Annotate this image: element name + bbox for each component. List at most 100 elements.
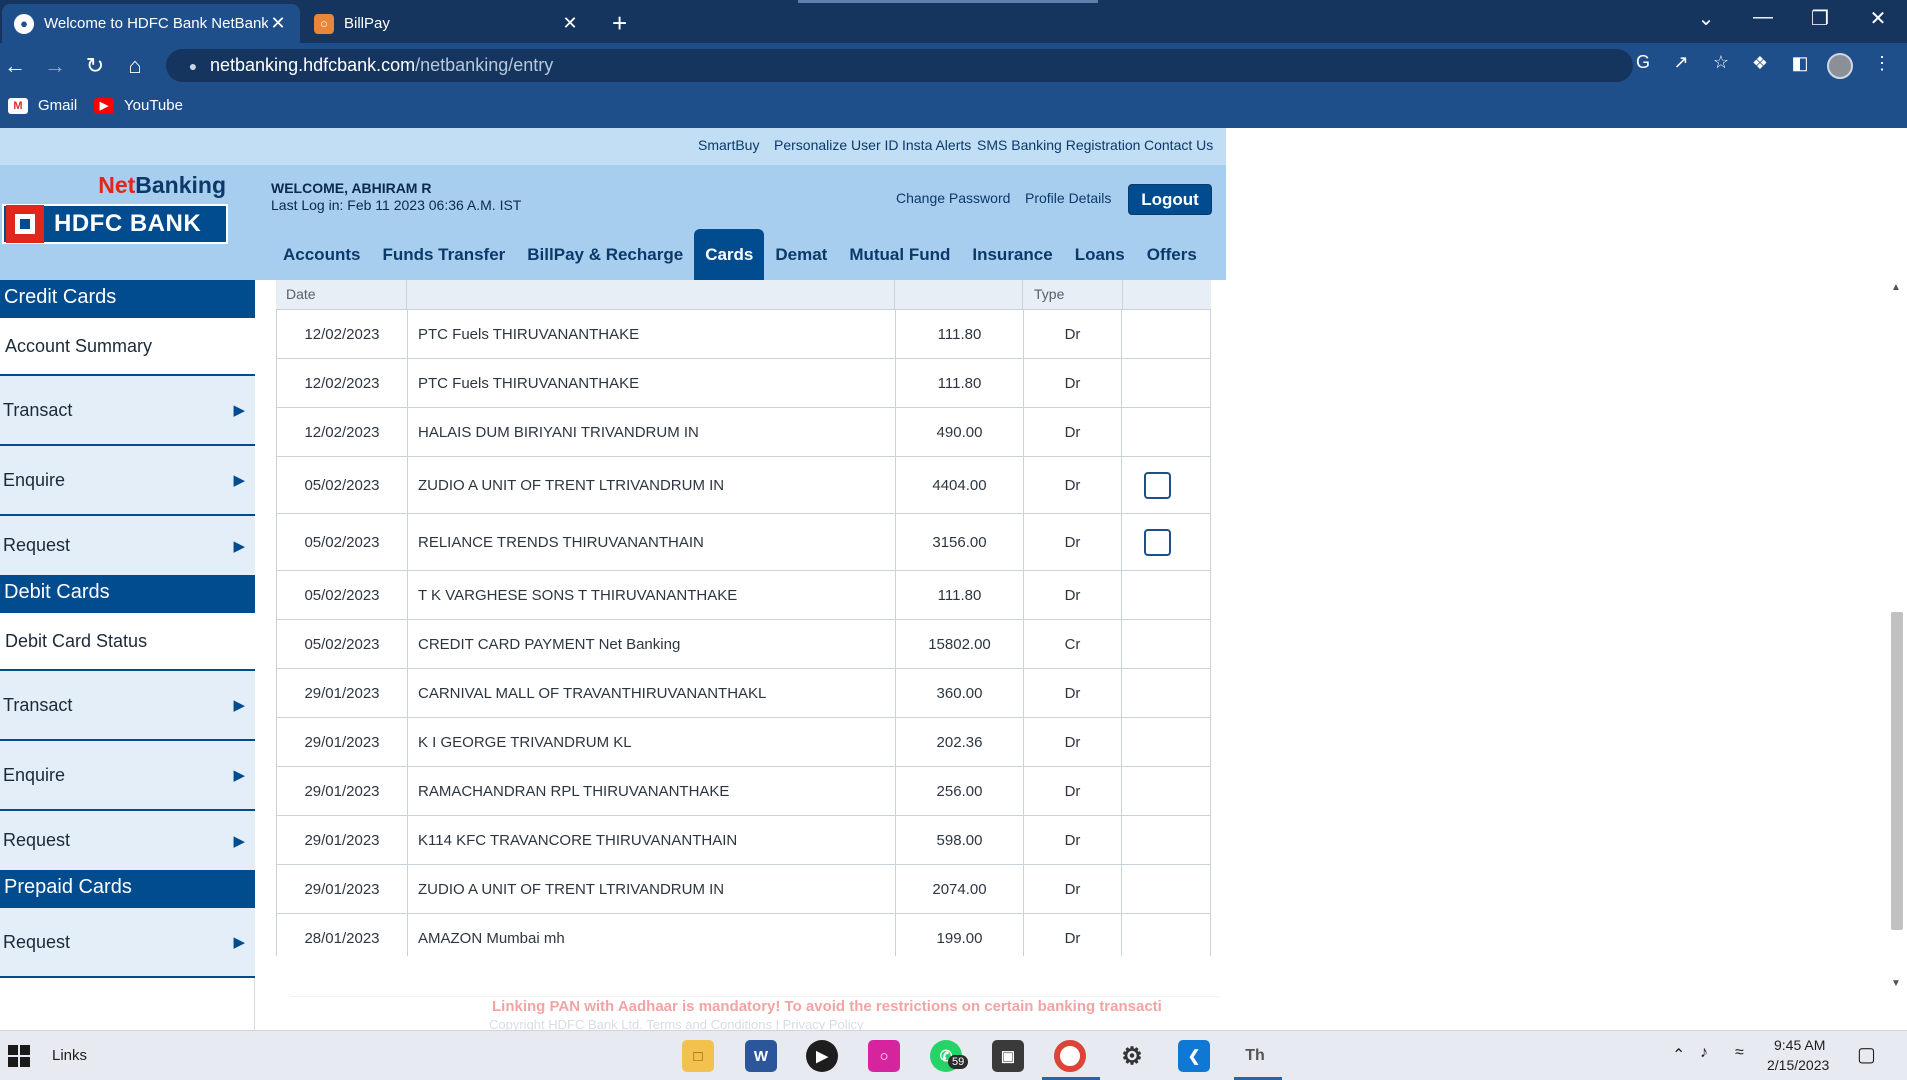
sidebar-head-prepaid-cards: Prepaid Cards bbox=[0, 870, 255, 908]
photo-app-icon[interactable]: ▣ bbox=[992, 1040, 1024, 1072]
link-insta-alerts[interactable]: Insta Alerts bbox=[902, 137, 971, 153]
window-close-icon[interactable]: ✕ bbox=[1858, 6, 1898, 31]
nav-mutual-fund[interactable]: Mutual Fund bbox=[838, 229, 961, 280]
nav-demat[interactable]: Demat bbox=[764, 229, 838, 280]
cell-amount: 111.80 bbox=[895, 571, 1023, 619]
link-smartbuy[interactable]: SmartBuy bbox=[698, 137, 759, 153]
sidebar-item-debit-request[interactable]: Request ▶ bbox=[0, 811, 255, 870]
bookmark-star-icon[interactable]: ☆ bbox=[1708, 52, 1734, 78]
nav-insurance[interactable]: Insurance bbox=[961, 229, 1063, 280]
chrome-icon[interactable] bbox=[1054, 1040, 1086, 1072]
reload-icon[interactable]: ↻ bbox=[80, 53, 110, 79]
table-row: 05/02/2023 ZUDIO A UNIT OF TRENT LTRIVAND… bbox=[276, 457, 1211, 514]
bookmark-youtube[interactable]: ▶ YouTube bbox=[94, 97, 183, 114]
sidebar-item-debit-card-status[interactable]: Debit Card Status bbox=[0, 613, 255, 671]
table-header: Date Type bbox=[276, 280, 1211, 310]
notification-icon[interactable]: ▢ bbox=[1857, 1042, 1876, 1067]
instagram-icon[interactable]: ○ bbox=[868, 1040, 900, 1072]
nav-accounts[interactable]: Accounts bbox=[272, 229, 371, 280]
cell-select bbox=[1121, 457, 1210, 513]
clock-date[interactable]: 2/15/2023 bbox=[1767, 1057, 1829, 1073]
arrow-right-icon: ▶ bbox=[233, 934, 245, 951]
address-bar[interactable]: ● netbanking.hdfcbank.com/netbanking/ent… bbox=[166, 49, 1729, 82]
link-sms-banking[interactable]: SMS Banking Registration bbox=[977, 137, 1140, 153]
cell-description: CREDIT CARD PAYMENT Net Banking bbox=[407, 620, 895, 668]
last-login-text: Last Log in: Feb 11 2023 06:36 A.M. IST bbox=[271, 197, 522, 213]
nav-cards[interactable]: Cards bbox=[694, 229, 765, 280]
lock-icon[interactable]: ● bbox=[176, 58, 210, 74]
wifi-icon[interactable]: ≈ bbox=[1735, 1044, 1744, 1062]
nav-offers[interactable]: Offers bbox=[1136, 229, 1208, 280]
sidebar-item-credit-enquire[interactable]: Enquire ▶ bbox=[0, 446, 255, 516]
logout-button[interactable]: Logout bbox=[1128, 184, 1212, 215]
windows-start-icon[interactable] bbox=[8, 1045, 30, 1067]
side-panel-icon[interactable]: ◧ bbox=[1785, 53, 1815, 74]
table-row: 29/01/2023 CARNIVAL MALL OF TRAVANTHIRUVA… bbox=[276, 669, 1211, 718]
sidebar-item-prepaid-request[interactable]: Request ▶ bbox=[0, 908, 255, 978]
new-tab-icon[interactable]: + bbox=[612, 8, 627, 39]
sidebar-item-debit-enquire[interactable]: Enquire ▶ bbox=[0, 741, 255, 811]
bookmark-label: Gmail bbox=[38, 97, 78, 114]
home-icon[interactable]: ⌂ bbox=[120, 53, 150, 79]
sidebar-item-credit-request[interactable]: Request ▶ bbox=[0, 516, 255, 575]
media-player-icon[interactable]: ▶ bbox=[806, 1040, 838, 1072]
sidebar-item-debit-transact[interactable]: Transact ▶ bbox=[0, 671, 255, 741]
sidebar-item-account-summary[interactable]: Account Summary bbox=[0, 318, 255, 376]
profile-details-link[interactable]: Profile Details bbox=[1025, 190, 1111, 206]
tab-billpay[interactable]: ○ BillPay ✕ bbox=[302, 4, 592, 43]
word-icon[interactable]: W bbox=[745, 1040, 777, 1072]
sidebar-item-label: Transact bbox=[3, 399, 73, 420]
scroll-down-icon[interactable]: ▼ bbox=[1889, 978, 1903, 989]
cell-select bbox=[1121, 514, 1210, 570]
row-checkbox[interactable] bbox=[1144, 528, 1171, 556]
cell-date: 05/02/2023 bbox=[304, 635, 380, 653]
clock-time[interactable]: 9:45 AM bbox=[1774, 1037, 1825, 1053]
link-personalize-user-id[interactable]: Personalize User ID bbox=[774, 137, 899, 153]
table-row: 05/02/2023 RELIANCE TRENDS THIRUVANANTHAI… bbox=[276, 514, 1211, 571]
table-row: 12/02/2023 PTC Fuels THIRUVANANTHAKE 111.8… bbox=[276, 310, 1211, 359]
back-icon[interactable]: ← bbox=[0, 53, 30, 79]
vscode-icon[interactable]: ❮ bbox=[1178, 1040, 1210, 1072]
typora-icon[interactable]: Th bbox=[1239, 1040, 1271, 1072]
taskbar-search-label[interactable]: Links bbox=[52, 1047, 87, 1064]
cell-description: T K VARGHESE SONS T THIRUVANANTHAKE bbox=[407, 571, 895, 619]
restore-icon[interactable]: ❐ bbox=[1800, 6, 1840, 31]
nav-funds-transfer[interactable]: Funds Transfer bbox=[371, 229, 516, 280]
cell-date: 29/01/2023 bbox=[304, 831, 380, 849]
scroll-up-icon[interactable]: ▲ bbox=[1889, 282, 1903, 293]
close-icon[interactable]: ✕ bbox=[268, 13, 288, 34]
col-header-date: Date bbox=[286, 286, 316, 302]
cell-type: Dr bbox=[1023, 514, 1121, 570]
bookmark-gmail[interactable]: M Gmail bbox=[8, 97, 77, 114]
share-icon[interactable]: ↗ bbox=[1668, 52, 1694, 78]
link-contact-us[interactable]: Contact Us bbox=[1144, 137, 1213, 153]
google-icon[interactable]: G bbox=[1630, 52, 1656, 78]
nav-loans[interactable]: Loans bbox=[1064, 229, 1136, 280]
extensions-icon[interactable]: ❖ bbox=[1745, 53, 1775, 74]
nav-billpay-recharge[interactable]: BillPay & Recharge bbox=[516, 229, 694, 280]
scrollbar-thumb[interactable] bbox=[1891, 612, 1903, 930]
cell-amount: 199.00 bbox=[895, 914, 1023, 956]
tab-hdfc[interactable]: ● Welcome to HDFC Bank NetBank ✕ bbox=[2, 4, 300, 43]
close-icon[interactable]: ✕ bbox=[560, 13, 580, 34]
profile-avatar[interactable] bbox=[1827, 53, 1853, 79]
cell-description: ZUDIO A UNIT OF TRENT LTRIVANDRUM IN bbox=[407, 457, 895, 513]
row-checkbox[interactable] bbox=[1144, 471, 1171, 499]
sidebar-item-credit-transact[interactable]: Transact ▶ bbox=[0, 376, 255, 446]
hdfc-logo[interactable]: NetBanking HDFC BANK bbox=[0, 168, 230, 244]
minimize-icon[interactable]: — bbox=[1743, 6, 1783, 29]
settings-icon[interactable]: ⚙ bbox=[1116, 1040, 1148, 1072]
tab-search-icon[interactable]: ⌄ bbox=[1686, 6, 1726, 31]
menu-icon[interactable]: ⋮ bbox=[1867, 53, 1897, 74]
arrow-right-icon: ▶ bbox=[233, 472, 245, 489]
pan-aadhaar-notice[interactable]: Linking PAN with Aadhaar is mandatory! T… bbox=[492, 998, 1223, 1015]
cell-description: PTC Fuels THIRUVANANTHAKE bbox=[407, 359, 895, 407]
volume-icon[interactable]: ♪ bbox=[1700, 1044, 1708, 1062]
table-row: 05/02/2023 T K VARGHESE SONS T THIRUVANAN… bbox=[276, 571, 1211, 620]
forward-icon[interactable]: → bbox=[40, 53, 70, 79]
page-scrollbar[interactable]: ▲ ▼ bbox=[1885, 282, 1907, 992]
change-password-link[interactable]: Change Password bbox=[896, 190, 1010, 206]
file-explorer-icon[interactable]: □ bbox=[682, 1040, 714, 1072]
tray-chevron-icon[interactable]: ⌃ bbox=[1672, 1045, 1685, 1065]
welcome-text: WELCOME, ABHIRAM R bbox=[271, 180, 432, 196]
